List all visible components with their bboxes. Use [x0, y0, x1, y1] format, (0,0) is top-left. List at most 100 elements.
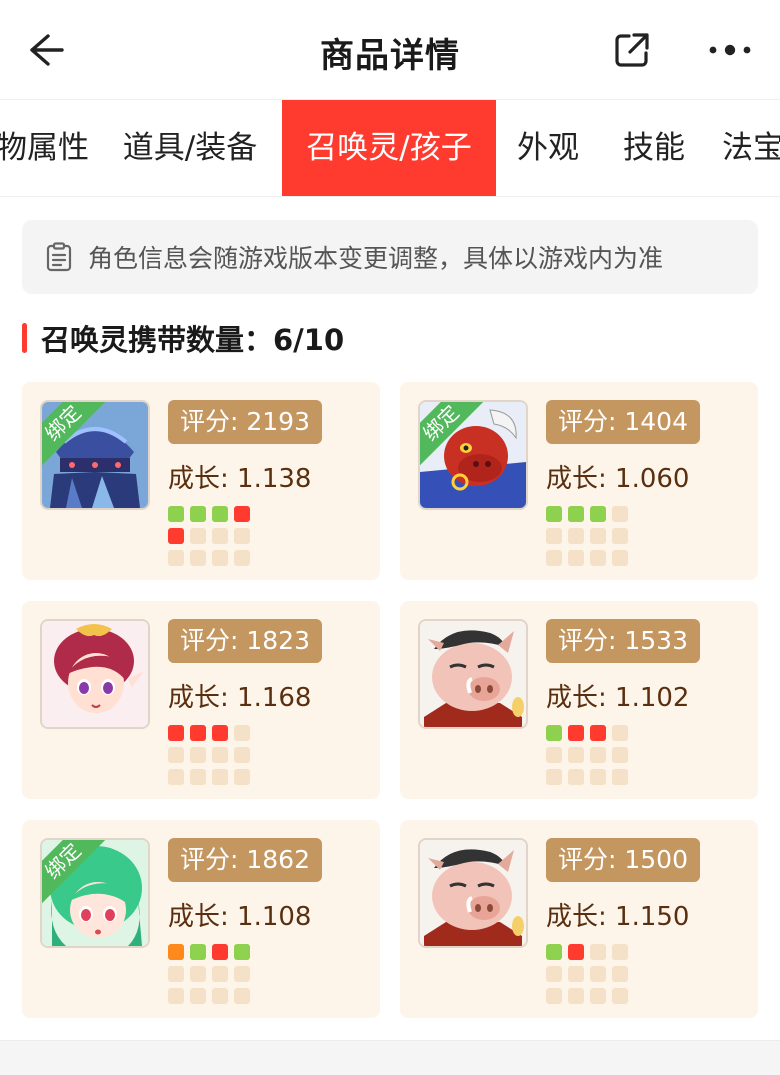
aptitude-dot-empty: [612, 988, 628, 1004]
pet-card[interactable]: 绑定 评分: 1404 成长: 1.060: [400, 382, 758, 580]
page-title: 商品详情: [320, 36, 460, 76]
growth-value: 成长: 1.150: [546, 902, 690, 932]
aptitude-dot-empty: [212, 966, 228, 982]
pig-warrior-avatar: [418, 619, 528, 729]
aptitude-dot-red: [212, 725, 228, 741]
aptitude-dots: [168, 725, 254, 785]
aptitude-dot-empty: [590, 769, 606, 785]
red-haired-girl-avatar: [40, 619, 150, 729]
aptitude-dot-empty: [168, 747, 184, 763]
aptitude-dot-empty: [190, 966, 206, 982]
top-nav-bar: 商品详情: [0, 0, 780, 100]
aptitude-dot-empty: [234, 988, 250, 1004]
bottom-divider: [0, 1040, 780, 1075]
aptitude-dot-empty: [590, 988, 606, 1004]
aptitude-dot-green: [212, 506, 228, 522]
growth-value: 成长: 1.060: [546, 464, 690, 494]
aptitude-dot-empty: [234, 769, 250, 785]
aptitude-dot-empty: [590, 550, 606, 566]
aptitude-dot-empty: [234, 725, 250, 741]
aptitude-dot-empty: [568, 528, 584, 544]
aptitude-dot-empty: [612, 944, 628, 960]
aptitude-dot-green: [190, 944, 206, 960]
aptitude-dot-empty: [190, 988, 206, 1004]
aptitude-dot-empty: [234, 550, 250, 566]
aptitude-dot-red: [168, 725, 184, 741]
pet-card[interactable]: 评分: 1500 成长: 1.150: [400, 820, 758, 1018]
aptitude-dot-empty: [612, 966, 628, 982]
aptitude-dot-empty: [546, 528, 562, 544]
aptitude-dot-empty: [612, 550, 628, 566]
blue-armored-beast-avatar: 绑定: [40, 400, 150, 510]
score-badge: 评分: 1862: [168, 838, 322, 882]
growth-value: 成长: 1.168: [168, 683, 312, 713]
aptitude-dot-empty: [590, 528, 606, 544]
tab-items-equipment[interactable]: 道具/装备: [108, 100, 272, 196]
aptitude-dot-green: [546, 725, 562, 741]
pet-card[interactable]: 绑定 评分: 1862 成长: 1.108: [22, 820, 380, 1018]
aptitude-dot-empty: [568, 988, 584, 1004]
pet-card[interactable]: 评分: 1533 成长: 1.102: [400, 601, 758, 799]
aptitude-dots: [546, 944, 632, 1004]
aptitude-dot-green: [546, 944, 562, 960]
aptitude-dot-green: [234, 944, 250, 960]
aptitude-dot-red: [190, 725, 206, 741]
growth-value: 成长: 1.108: [168, 902, 312, 932]
aptitude-dot-empty: [546, 988, 562, 1004]
tab-skills[interactable]: 技能: [612, 100, 696, 196]
share-button[interactable]: [606, 26, 658, 74]
aptitude-dot-empty: [212, 747, 228, 763]
more-dots-icon: [709, 44, 751, 56]
aptitude-dot-green: [190, 506, 206, 522]
aptitude-dot-empty: [234, 747, 250, 763]
aptitude-dot-empty: [234, 528, 250, 544]
aptitude-dot-green: [590, 506, 606, 522]
aptitude-dot-empty: [568, 769, 584, 785]
tab-treasures[interactable]: 法宝: [722, 100, 780, 196]
aptitude-dot-empty: [168, 966, 184, 982]
aptitude-dot-empty: [612, 506, 628, 522]
aptitude-dot-empty: [168, 550, 184, 566]
red-bull-demon-avatar: 绑定: [418, 400, 528, 510]
tab-appearance[interactable]: 外观: [508, 100, 588, 196]
aptitude-dot-green: [546, 506, 562, 522]
aptitude-dot-green: [168, 506, 184, 522]
score-badge: 评分: 1500: [546, 838, 700, 882]
category-tabs: 物属性 道具/装备 召唤灵/孩子 外观 技能 法宝: [0, 100, 780, 197]
aptitude-dot-empty: [168, 769, 184, 785]
aptitude-dot-red: [234, 506, 250, 522]
aptitude-dot-red: [590, 725, 606, 741]
aptitude-dots: [546, 506, 632, 566]
clipboard-icon: [44, 240, 74, 274]
growth-value: 成长: 1.138: [168, 464, 312, 494]
aptitude-dot-empty: [612, 528, 628, 544]
aptitude-dot-empty: [590, 944, 606, 960]
aptitude-dot-empty: [168, 988, 184, 1004]
tab-summons-children[interactable]: 召唤灵/孩子: [282, 100, 496, 196]
notice-text: 角色信息会随游戏版本变更调整，具体以游戏内为准: [88, 244, 664, 273]
aptitude-dot-empty: [190, 747, 206, 763]
aptitude-dot-red: [568, 944, 584, 960]
aptitude-dot-red: [212, 944, 228, 960]
notice-banner: 角色信息会随游戏版本变更调整，具体以游戏内为准: [22, 220, 758, 294]
more-button[interactable]: [700, 26, 760, 74]
aptitude-dots: [546, 725, 632, 785]
aptitude-dot-empty: [190, 769, 206, 785]
aptitude-dots: [168, 944, 254, 1004]
aptitude-dot-empty: [546, 966, 562, 982]
aptitude-dot-red: [168, 528, 184, 544]
aptitude-dot-empty: [546, 550, 562, 566]
green-haired-girl-avatar: 绑定: [40, 838, 150, 948]
pet-card[interactable]: 绑定 评分: 2193 成长: 1.138: [22, 382, 380, 580]
aptitude-dot-red: [568, 725, 584, 741]
aptitude-dot-empty: [190, 528, 206, 544]
score-badge: 评分: 2193: [168, 400, 322, 444]
aptitude-dot-empty: [612, 769, 628, 785]
aptitude-dot-empty: [568, 550, 584, 566]
pet-card[interactable]: 评分: 1823 成长: 1.168: [22, 601, 380, 799]
aptitude-dot-empty: [612, 725, 628, 741]
tab-attributes[interactable]: 物属性: [0, 100, 89, 196]
section-header: 召唤灵携带数量：6/10: [22, 318, 344, 358]
aptitude-dot-orange: [168, 944, 184, 960]
aptitude-dot-empty: [234, 966, 250, 982]
